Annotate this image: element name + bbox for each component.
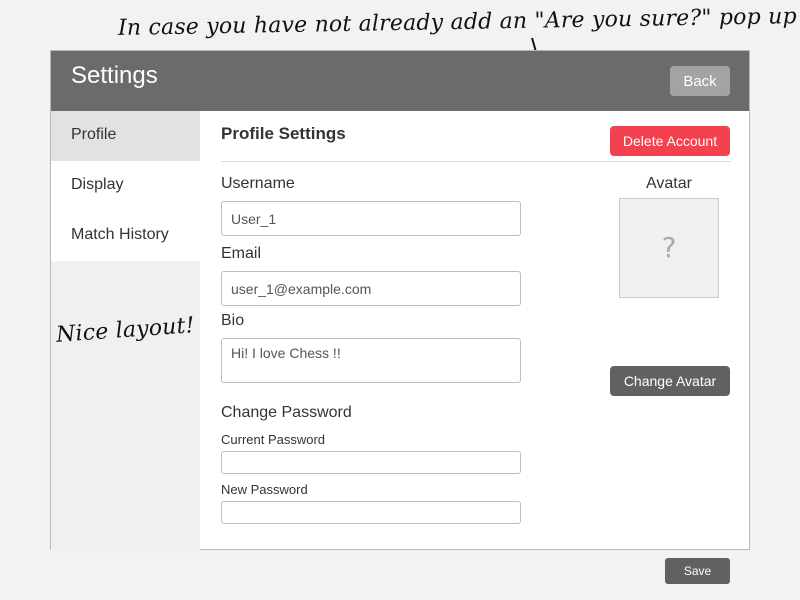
divider xyxy=(221,161,731,162)
avatar: ? xyxy=(619,198,719,298)
change-avatar-button[interactable]: Change Avatar xyxy=(610,366,730,396)
titlebar: Settings Back xyxy=(51,51,749,111)
bio-field[interactable]: Hi! I love Chess !! xyxy=(221,338,521,383)
bio-label: Bio xyxy=(221,312,245,329)
change-password-label: Change Password xyxy=(221,404,352,421)
window-title: Settings xyxy=(71,62,158,89)
sidebar-item-profile[interactable]: Profile xyxy=(51,111,200,161)
page-title: Profile Settings xyxy=(221,124,346,143)
new-password-field[interactable] xyxy=(221,501,521,524)
sidebar-item-match-history[interactable]: Match History xyxy=(51,211,200,261)
delete-account-button[interactable]: Delete Account xyxy=(610,126,730,156)
current-password-field[interactable] xyxy=(221,451,521,474)
back-button[interactable]: Back xyxy=(670,66,730,96)
avatar-placeholder-icon: ? xyxy=(661,231,677,264)
email-field[interactable] xyxy=(221,271,521,306)
current-password-label: Current Password xyxy=(221,432,326,447)
username-field[interactable] xyxy=(221,201,521,236)
avatar-label: Avatar xyxy=(646,175,692,192)
profile-settings-panel: Profile Settings Delete Account Username… xyxy=(221,111,731,584)
email-label: Email xyxy=(221,245,262,262)
username-label: Username xyxy=(221,175,295,192)
settings-window: Settings Back Profile Display Match Hist… xyxy=(50,50,750,584)
handwritten-note-popup: In case you have not already add an "Are… xyxy=(117,4,797,41)
save-button[interactable]: Save xyxy=(665,558,730,584)
sidebar-item-display[interactable]: Display xyxy=(51,161,200,211)
new-password-label: New Password xyxy=(221,482,308,497)
